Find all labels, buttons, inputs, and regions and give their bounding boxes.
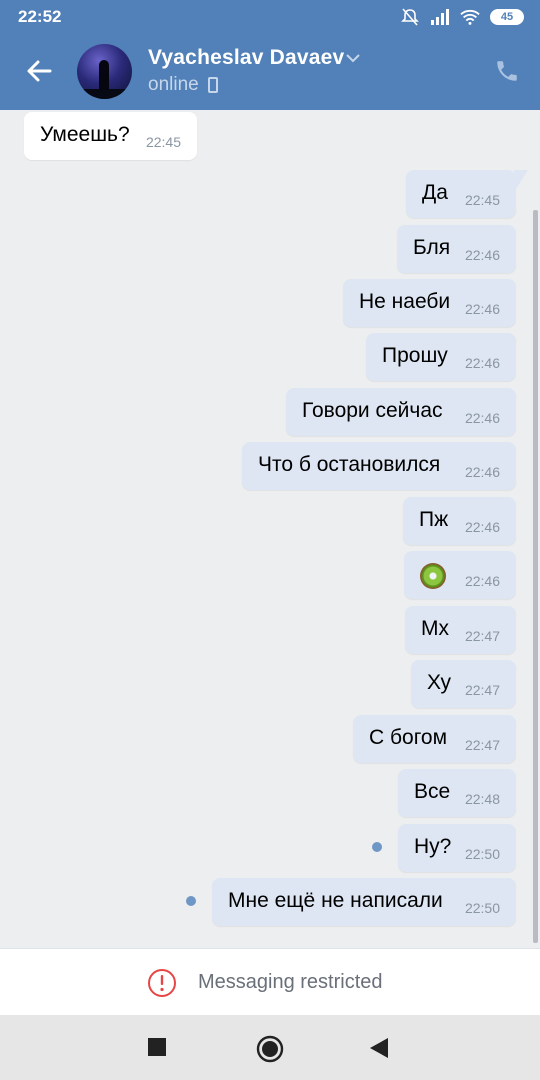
status-time: 22:52 <box>18 7 62 26</box>
restricted-text: Messaging restricted <box>198 971 383 993</box>
messaging-restricted-bar: Messaging restricted <box>0 948 540 1015</box>
message-bubble-outgoing[interactable]: 22:46 <box>404 551 516 599</box>
message-time: 22:46 <box>464 247 500 263</box>
recents-square-icon[interactable] <box>148 1038 166 1056</box>
home-circle-icon[interactable] <box>256 1035 284 1063</box>
message-bubble-outgoing[interactable]: Ху 22:47 <box>411 660 516 708</box>
back-triangle-icon[interactable] <box>370 1038 388 1058</box>
message-text: Да <box>422 181 448 204</box>
message-bubble-outgoing[interactable]: Бля 22:46 <box>397 225 516 273</box>
message-text: Умеешь? <box>40 123 130 146</box>
message-text: Ху <box>427 671 452 694</box>
message-text: Мне ещё не написали <box>228 889 443 912</box>
message-time: 22:46 <box>464 464 500 480</box>
message-bubble-outgoing[interactable]: С богом 22:47 <box>353 715 516 763</box>
message-time: 22:47 <box>464 628 500 644</box>
message-bubble-outgoing[interactable]: Да 22:45 <box>406 170 528 218</box>
message-time: 22:45 <box>464 192 500 208</box>
message-list[interactable]: Умеешь? 22:45 Да 22:45 Бля 22:46 Не наеб… <box>0 110 540 948</box>
message-time: 22:47 <box>464 682 500 698</box>
message-bubble-outgoing[interactable]: Все 22:48 <box>398 769 516 817</box>
phone-icon[interactable] <box>494 58 520 84</box>
back-arrow-icon[interactable] <box>24 56 54 86</box>
unread-dot <box>186 896 196 906</box>
message-time: 22:50 <box>464 846 500 862</box>
message-time: 22:50 <box>464 900 500 916</box>
status-icons: 45 <box>400 8 524 26</box>
message-bubble-incoming[interactable]: Умеешь? 22:45 <box>24 112 197 160</box>
kiwi-emoji <box>420 563 446 589</box>
message-time: 22:46 <box>464 355 500 371</box>
contact-status: online <box>148 74 199 95</box>
contact-name[interactable]: Vyacheslav Davaev <box>148 46 344 70</box>
message-text: Все <box>414 780 451 803</box>
battery-icon: 45 <box>490 9 524 25</box>
message-bubble-outgoing[interactable]: Что б остановился 22:46 <box>242 442 516 490</box>
signal-icon <box>431 9 449 25</box>
message-text: Что б остановился <box>258 453 441 476</box>
message-text: Говори сейчас <box>302 399 443 422</box>
message-text: Не наеби <box>359 290 451 313</box>
message-time: 22:46 <box>464 301 500 317</box>
message-bubble-outgoing[interactable]: Не наеби 22:46 <box>343 279 516 327</box>
mute-icon <box>401 8 419 26</box>
alert-circle-icon <box>148 969 176 997</box>
mobile-device-icon <box>208 77 218 93</box>
message-bubble-outgoing[interactable]: Пж 22:46 <box>403 497 516 545</box>
message-text: Бля <box>413 236 451 259</box>
chevron-down-icon[interactable] <box>345 52 361 64</box>
message-text: Пж <box>419 508 449 531</box>
message-time: 22:48 <box>464 791 500 807</box>
message-bubble-outgoing[interactable]: Ну? 22:50 <box>398 824 516 872</box>
message-time: 22:46 <box>464 410 500 426</box>
avatar[interactable] <box>77 44 132 99</box>
chat-header: Vyacheslav Davaev online <box>0 34 540 110</box>
system-nav-bar <box>0 1015 540 1080</box>
status-bar: 22:52 45 <box>0 0 540 34</box>
wifi-icon <box>460 9 480 25</box>
message-text: Мх <box>421 617 449 640</box>
message-text: Прошу <box>382 344 448 367</box>
message-bubble-outgoing[interactable]: Мне ещё не написали 22:50 <box>212 878 516 926</box>
message-time: 22:46 <box>464 573 500 589</box>
message-text: С богом <box>369 726 448 749</box>
message-bubble-outgoing[interactable]: Мх 22:47 <box>405 606 516 654</box>
message-bubble-outgoing[interactable]: Прошу 22:46 <box>366 333 516 381</box>
message-time: 22:47 <box>464 737 500 753</box>
unread-dot <box>372 842 382 852</box>
message-time: 22:45 <box>145 134 181 150</box>
message-text: Ну? <box>414 835 452 858</box>
message-bubble-outgoing[interactable]: Говори сейчас 22:46 <box>286 388 516 436</box>
scrollbar[interactable] <box>533 210 538 943</box>
message-time: 22:46 <box>464 519 500 535</box>
